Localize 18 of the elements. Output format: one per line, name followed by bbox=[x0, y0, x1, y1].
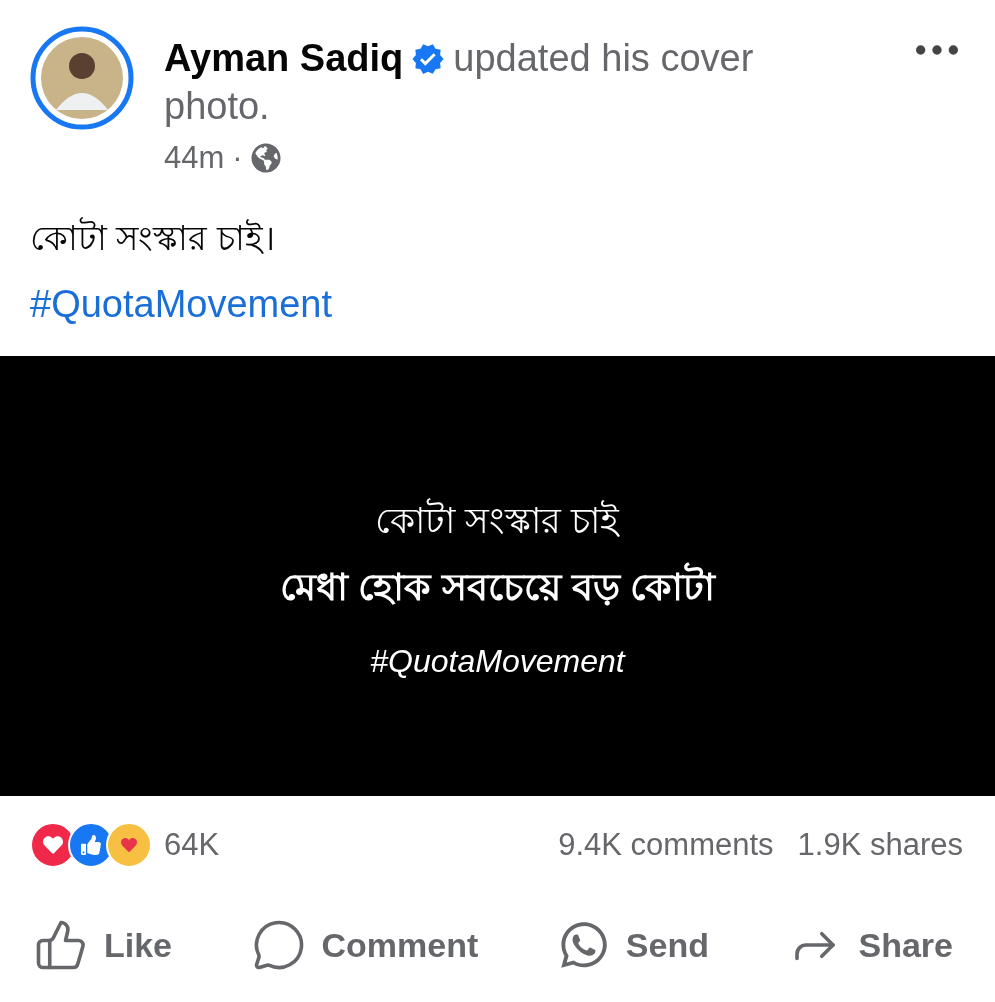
hashtag-link[interactable]: #QuotaMovement bbox=[0, 269, 363, 326]
post-caption: কোটা সংস্কার চাই। bbox=[29, 216, 276, 259]
send-button[interactable]: Send bbox=[557, 918, 709, 972]
avatar[interactable] bbox=[30, 26, 134, 130]
comment-count[interactable]: 9.4K comments bbox=[558, 827, 774, 863]
share-count[interactable]: 1.9K shares bbox=[797, 827, 963, 863]
reaction-count[interactable]: 64K bbox=[164, 827, 220, 863]
cover-image[interactable]: কোটা সংস্কার চাই মেধা হোক সবচেয়ে বড় কোটা #QuotaMovement bbox=[0, 356, 995, 796]
cover-text: কোটা সংস্কার চাই bbox=[375, 497, 620, 543]
separator-dot: · bbox=[232, 140, 243, 176]
like-button[interactable]: Like bbox=[34, 918, 173, 972]
post-header-text: Ayman Sadiq updated his cover photo. bbox=[164, 36, 755, 129]
cover-text: #QuotaMovement bbox=[370, 642, 625, 680]
post-time[interactable]: 44m bbox=[164, 140, 225, 176]
comment-button[interactable]: Comment bbox=[251, 918, 479, 972]
share-button[interactable]: Share bbox=[788, 918, 953, 972]
like-icon bbox=[34, 918, 88, 972]
cover-text: মেধা হোক সবচেয়ে বড় কোটা bbox=[279, 556, 716, 621]
